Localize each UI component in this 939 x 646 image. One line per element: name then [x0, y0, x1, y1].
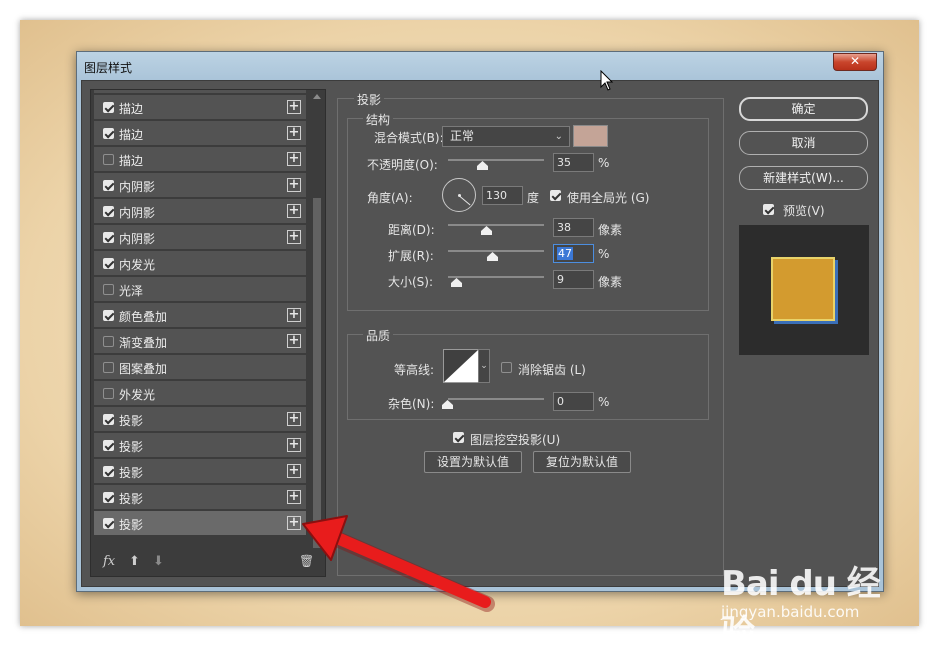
watermark-logo: Bai du 经验	[721, 564, 881, 646]
arrow-icon	[302, 515, 495, 612]
mouse-cursor-icon	[600, 70, 614, 91]
watermark-url: jingyan.baidu.com	[721, 603, 860, 621]
baidu-watermark: Bai du 经验 jingyan.baidu.com	[716, 548, 896, 646]
